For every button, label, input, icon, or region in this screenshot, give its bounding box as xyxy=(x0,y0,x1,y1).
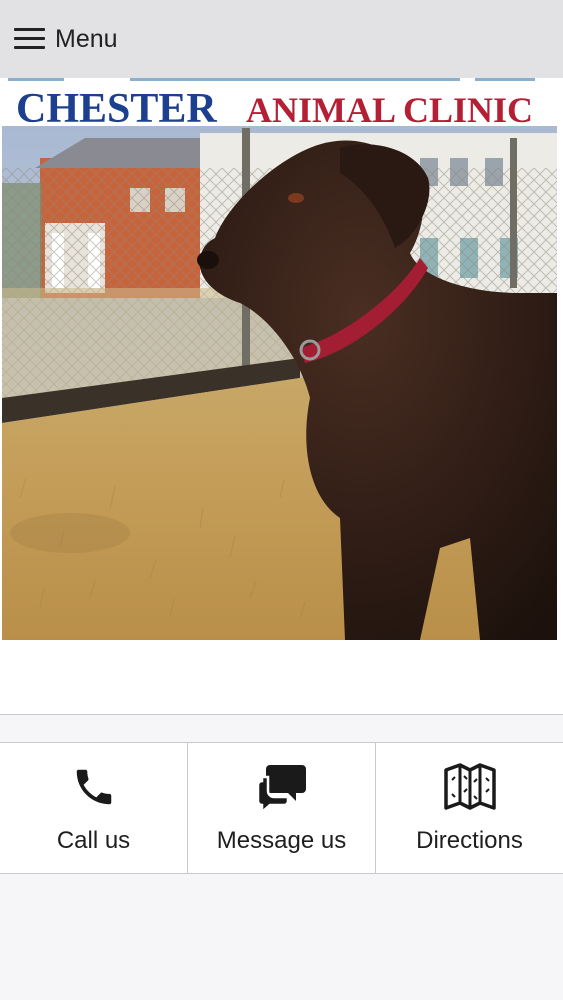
phone-icon xyxy=(66,759,122,815)
directions-label: Directions xyxy=(416,827,523,854)
message-us-label: Message us xyxy=(216,827,347,854)
call-us-label: Call us xyxy=(56,827,131,854)
hero-spacer xyxy=(0,640,563,714)
menu-label: Menu xyxy=(55,24,118,53)
chat-bubbles-icon xyxy=(254,759,310,815)
map-icon xyxy=(442,759,498,815)
action-bar: Call us Message us Directions xyxy=(0,742,563,874)
menu-button[interactable]: Menu xyxy=(14,25,118,54)
top-bar: Menu xyxy=(0,0,563,78)
logo-text-animal-clinic: ANIMAL CLINIC xyxy=(246,90,533,130)
hero-image: CHESTER ANIMAL CLINIC xyxy=(0,78,563,640)
call-us-button[interactable]: Call us xyxy=(0,743,187,873)
logo-text-chester: CHESTER xyxy=(16,86,217,132)
divider xyxy=(0,714,563,715)
directions-button[interactable]: Directions xyxy=(375,743,563,873)
message-us-button[interactable]: Message us xyxy=(187,743,375,873)
dog-photo: CHESTER ANIMAL CLINIC xyxy=(0,78,563,640)
hamburger-icon xyxy=(14,27,46,51)
